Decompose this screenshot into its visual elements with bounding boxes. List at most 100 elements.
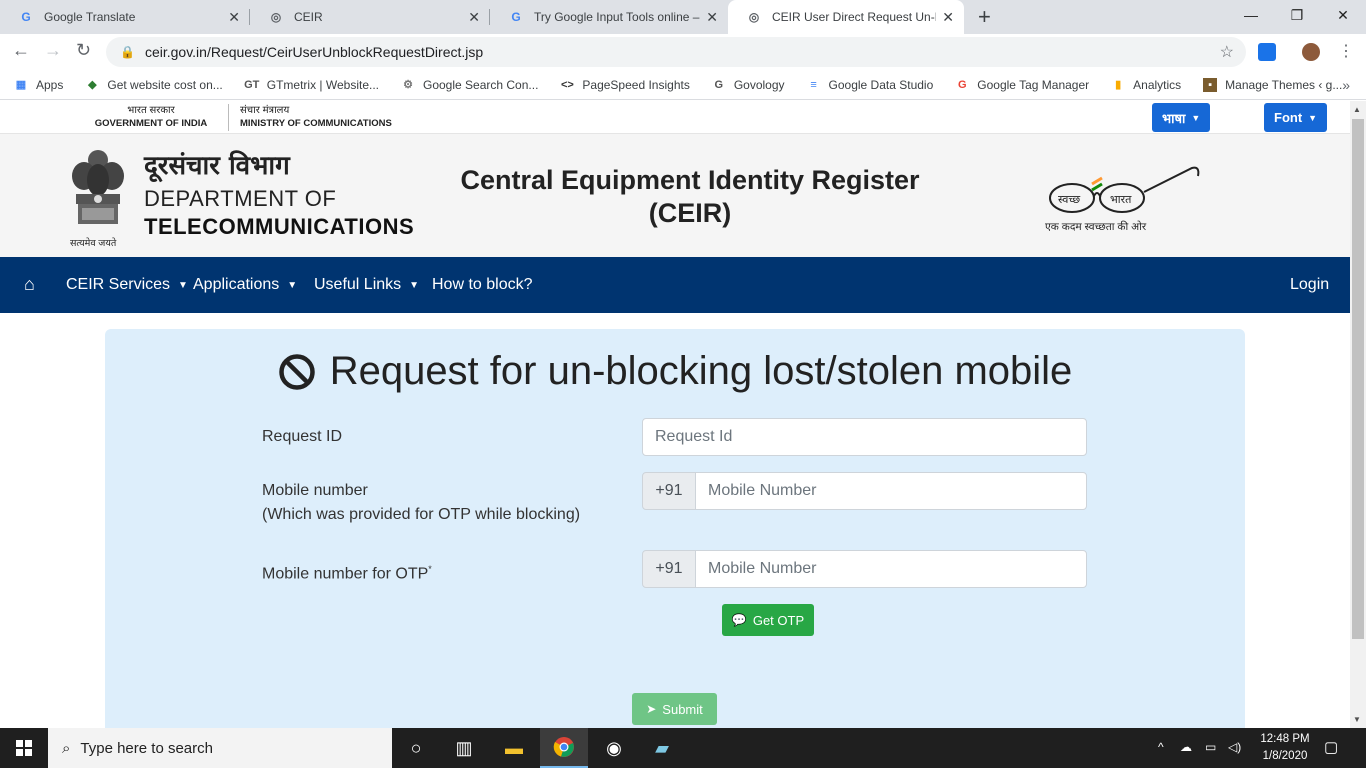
gov-top-strip: भारत सरकार GOVERNMENT OF INDIA संचार मंत… (0, 101, 1350, 134)
tab-title: CEIR (294, 10, 323, 24)
bookmark-data-studio[interactable]: ≡ Google Data Studio (807, 77, 934, 92)
search-console-icon: ⚙ (403, 79, 413, 91)
extension-icon[interactable] (1258, 43, 1276, 61)
request-id-input[interactable]: Request Id (642, 418, 1087, 456)
cortana-icon[interactable]: ○ (392, 728, 440, 768)
paper-plane-icon: ➤ (646, 702, 657, 716)
caret-down-icon: ▼ (178, 279, 188, 291)
tab-ceir[interactable]: ◎ CEIR ✕ (250, 0, 490, 34)
close-tab-icon[interactable]: ✕ (942, 9, 954, 26)
close-tab-icon[interactable]: ✕ (228, 9, 240, 26)
get-otp-button[interactable]: 💬 Get OTP (722, 604, 814, 636)
home-icon[interactable]: ⌂ (24, 274, 35, 295)
bookmark-manage-themes[interactable]: ▪ Manage Themes ‹ g... (1203, 77, 1343, 92)
globe-icon: ◎ (748, 10, 760, 24)
unblock-request-card: Request for un-blocking lost/stolen mobi… (105, 329, 1245, 728)
dept-english-line1: DEPARTMENT OF (144, 186, 337, 211)
nav-label: Applications (193, 276, 280, 293)
page-scrollbar[interactable]: ▲ ▼ (1350, 101, 1366, 728)
back-arrow-icon[interactable]: ← (12, 40, 30, 61)
nav-login[interactable]: Login (1290, 276, 1329, 294)
bookmark-search-console[interactable]: ⚙ Google Search Con... (401, 78, 538, 92)
required-mark: * (428, 564, 432, 574)
menu-kebab-icon[interactable]: ⋮ (1338, 41, 1354, 61)
bookmark-analytics[interactable]: ▮ Analytics (1111, 78, 1181, 92)
windows-start-icon[interactable] (0, 728, 48, 768)
restore-button[interactable]: ❐ (1274, 0, 1320, 30)
tab-google-translate[interactable]: G Google Translate ✕ (0, 0, 250, 34)
volume-icon[interactable]: ◁) (1228, 740, 1241, 754)
font-button[interactable]: Font ▼ (1264, 103, 1328, 132)
emblem-caption: सत्यमेव जयते (70, 238, 117, 249)
mobile-number-input[interactable]: Mobile Number (695, 472, 1087, 510)
close-tab-icon[interactable]: ✕ (706, 9, 718, 26)
close-tab-icon[interactable]: ✕ (468, 9, 480, 26)
bookmark-label: Google Data Studio (828, 77, 934, 92)
scrollbar-thumb[interactable] (1352, 119, 1364, 639)
media-app-icon[interactable]: ◉ (590, 728, 638, 768)
nav-ceir-services[interactable]: CEIR Services ▼ (66, 276, 188, 294)
ceir-title-line2: (CEIR) (648, 198, 732, 228)
apps-grid-icon: ▦ (15, 79, 27, 91)
tab-google-input-tools[interactable]: G Try Google Input Tools online – G ✕ (490, 0, 728, 34)
chat-bubble-icon: 💬 (731, 613, 747, 627)
otp-mobile-input[interactable]: Mobile Number (695, 550, 1087, 588)
nav-how-to-block[interactable]: How to block? (432, 276, 533, 294)
language-button-label: भाषा (1162, 110, 1186, 126)
new-tab-button[interactable]: + (978, 4, 991, 30)
bookmark-apps[interactable]: ▦ Apps (14, 78, 64, 92)
task-view-icon[interactable]: ▥ (440, 728, 488, 768)
profile-avatar[interactable] (1302, 43, 1320, 61)
tab-title: CEIR User Direct Request Un-Blo (772, 10, 937, 24)
bookmark-tag-manager[interactable]: G Google Tag Manager (955, 78, 1089, 92)
tab-ceir-unblock[interactable]: ◎ CEIR User Direct Request Un-Blo ✕ (728, 0, 964, 34)
bookmark-gtmetrix[interactable]: GT GTmetrix | Website... (244, 78, 379, 92)
nav-useful-links[interactable]: Useful Links ▼ (314, 276, 419, 294)
get-otp-label: Get OTP (752, 612, 805, 628)
google-translate-icon: G (21, 10, 31, 24)
battery-icon[interactable]: ▭ (1205, 740, 1216, 754)
notes-app-icon[interactable]: ▰ (638, 728, 686, 768)
submit-button[interactable]: ➤ Submit (632, 693, 717, 725)
google-g-icon: G (958, 78, 967, 91)
bookmark-website-cost[interactable]: ◆ Get website cost on... (85, 78, 223, 92)
bookmark-label: Manage Themes ‹ g... (1225, 77, 1343, 92)
theme-icon: ▪ (1203, 77, 1218, 92)
ministry: संचार मंत्रालय MINISTRY OF COMMUNICATION… (240, 104, 392, 130)
gov-hindi-text: भारत सरकार (127, 105, 175, 116)
minimize-button[interactable]: — (1228, 0, 1274, 30)
file-explorer-icon[interactable]: ▬ (490, 728, 538, 768)
bookmark-govology[interactable]: G Govology (712, 78, 785, 92)
lock-icon: 🔒 (120, 45, 135, 59)
taskbar-search-box[interactable]: ⌕ Type here to search (48, 728, 392, 768)
bookmark-pagespeed[interactable]: <> PageSpeed Insights (560, 78, 690, 92)
google-g-icon: G (511, 10, 521, 24)
cloud-icon[interactable]: ☁ (1180, 740, 1192, 754)
otp-mobile-label: Mobile number for OTP* (262, 557, 432, 586)
reload-icon[interactable]: ↻ (76, 40, 91, 61)
dept-english-line2: TELECOMMUNICATIONS (144, 214, 415, 239)
address-bar[interactable]: 🔒 ceir.gov.in/Request/CeirUserUnblockReq… (106, 37, 1246, 67)
chevron-up-icon[interactable]: ^ (1158, 740, 1164, 754)
scroll-down-icon[interactable]: ▼ (1353, 715, 1361, 724)
notification-icon[interactable]: ▢ (1324, 738, 1338, 756)
language-button[interactable]: भाषा ▼ (1152, 103, 1211, 132)
taskbar-search-placeholder: Type here to search (80, 739, 213, 757)
close-window-button[interactable]: ✕ (1320, 0, 1366, 30)
taskbar-clock[interactable]: 12:48 PM 1/8/2020 (1254, 731, 1316, 765)
globe-icon: ◎ (270, 10, 282, 24)
country-code-prefix: +91 (642, 472, 696, 510)
request-id-label: Request ID (262, 428, 343, 445)
chrome-taskbar-icon[interactable] (540, 728, 588, 768)
tab-title: Google Translate (44, 10, 136, 24)
bookmark-star-icon[interactable]: ☆ (1220, 42, 1234, 62)
forward-arrow-icon[interactable]: → (44, 40, 62, 61)
ceir-title-line1: Central Equipment Identity Register (460, 165, 920, 195)
scroll-up-icon[interactable]: ▲ (1353, 105, 1361, 114)
caret-down-icon: ▼ (1191, 112, 1201, 123)
clock-date: 1/8/2020 (1262, 750, 1308, 762)
mobile-number-label: Mobile number (Which was provided for OT… (262, 479, 580, 527)
more-bookmarks-icon[interactable]: » (1342, 77, 1350, 93)
nav-applications[interactable]: Applications ▼ (193, 276, 297, 294)
page-title-text: Request for un-blocking lost/stolen mobi… (329, 349, 1073, 393)
